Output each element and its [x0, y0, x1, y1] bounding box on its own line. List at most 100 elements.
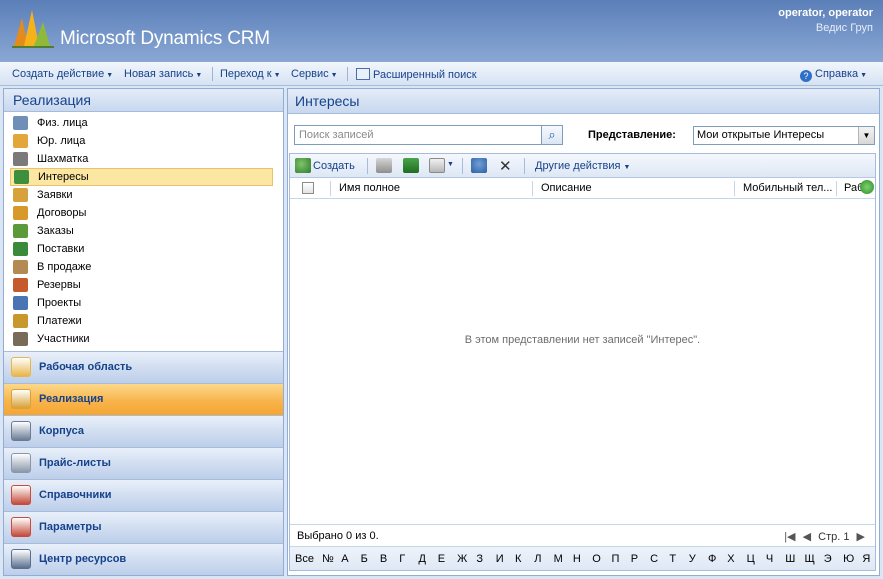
user-name: operator, operator — [778, 7, 873, 19]
wunderbar-label: Справочники — [39, 489, 112, 501]
alphabet-letter[interactable]: З — [476, 553, 483, 565]
wunderbar-label: Рабочая область — [39, 361, 133, 373]
nav-item-icon — [13, 296, 28, 310]
nav-item[interactable]: Физ. лица — [10, 114, 273, 132]
nav-item[interactable]: Юр. лица — [10, 132, 273, 150]
select-all-checkbox[interactable] — [302, 182, 314, 194]
alphabet-letter[interactable]: Р — [631, 553, 638, 565]
alphabet-letter[interactable]: № — [322, 553, 334, 565]
grid-toolbar: Создать ▼ ✕ Другие действия ▼ — [290, 154, 875, 178]
nav-item-label: Юр. лица — [37, 135, 86, 147]
alphabet-letter[interactable]: Т — [669, 553, 676, 565]
delete-icon[interactable]: ✕ — [499, 157, 512, 175]
alphabet-letter[interactable]: И — [496, 553, 504, 565]
alphabet-letter[interactable]: П — [612, 553, 620, 565]
wunderbar-button[interactable]: Центр ресурсов — [4, 543, 283, 575]
alphabet-letter[interactable]: А — [341, 553, 348, 565]
goto-menu[interactable]: Переход к ▼ — [220, 68, 281, 80]
wunderbar-button[interactable]: Прайс-листы — [4, 447, 283, 479]
nav-item[interactable]: Поставки — [10, 240, 273, 258]
pager: |◀ ◀ Стр. 1 ▶ — [784, 530, 865, 543]
column-divider — [532, 181, 533, 196]
nav-item[interactable]: Резервы — [10, 276, 273, 294]
alphabet-letter[interactable]: Г — [399, 553, 405, 565]
chevron-down-icon[interactable]: ▼ — [447, 161, 454, 168]
refresh-icon[interactable] — [860, 180, 874, 194]
alphabet-letter[interactable]: Б — [361, 553, 368, 565]
column-description[interactable]: Описание — [541, 182, 592, 194]
export-excel-icon[interactable] — [403, 158, 419, 173]
wunderbar-button[interactable]: Параметры — [4, 511, 283, 543]
alphabet-letter[interactable]: В — [380, 553, 387, 565]
other-actions-button[interactable]: Другие действия ▼ — [535, 160, 630, 172]
alphabet-letter[interactable]: С — [650, 553, 658, 565]
nav-item[interactable]: Договоры — [10, 204, 273, 222]
search-button[interactable]: ⌕ — [541, 125, 563, 145]
alphabet-letter[interactable]: Н — [573, 553, 581, 565]
chevron-down-icon[interactable]: ▼ — [858, 127, 874, 144]
alphabet-letter[interactable]: Э — [824, 553, 832, 565]
alphabet-letter[interactable]: Ф — [708, 553, 716, 565]
nav-item-label: Участники — [37, 333, 90, 345]
column-full-name[interactable]: Имя полное — [339, 182, 400, 194]
nav-item[interactable]: Шахматка — [10, 150, 273, 168]
column-divider — [836, 181, 837, 196]
search-row: Поиск записей ⌕ Представление: Мои откры… — [288, 114, 879, 152]
create-action-label: Создать действие — [12, 68, 105, 80]
alphabet-letter[interactable]: Д — [419, 553, 426, 565]
print-icon[interactable] — [376, 158, 392, 173]
nav-item-icon — [13, 242, 28, 256]
alphabet-letter[interactable]: Х — [727, 553, 734, 565]
next-page-icon[interactable]: ▶ — [857, 531, 865, 543]
nav-item[interactable]: Интересы — [10, 168, 273, 186]
nav-item-icon — [13, 314, 28, 328]
nav-item[interactable]: Платежи — [10, 312, 273, 330]
alphabet-letter[interactable]: Все — [295, 553, 314, 565]
alphabet-letter[interactable]: Ж — [457, 553, 467, 565]
wunderbar-button[interactable]: Корпуса — [4, 415, 283, 447]
view-select[interactable]: Мои открытые Интересы ▼ — [693, 126, 875, 145]
wunderbar-button[interactable]: Справочники — [4, 479, 283, 511]
nav-item[interactable]: Заказы — [10, 222, 273, 240]
wunderbar-icon — [11, 549, 31, 569]
alphabet-letter[interactable]: У — [689, 553, 696, 565]
first-page-icon[interactable]: |◀ — [784, 531, 795, 543]
advanced-search-link[interactable]: Расширенный поиск — [356, 68, 477, 81]
nav-item[interactable]: В продаже — [10, 258, 273, 276]
alphabet-letter[interactable]: Ч — [766, 553, 773, 565]
alphabet-filter: Все № А Б В Г Д Е Ж З И К Л М Н О П Р С Т У Ф Х Ц Ч Ш Щ Э Ю Я — [290, 546, 875, 570]
wunderbar-button[interactable]: Реализация — [4, 383, 283, 415]
create-button[interactable]: Создать — [313, 160, 355, 172]
alphabet-letter[interactable]: М — [554, 553, 563, 565]
nav-item[interactable]: Проекты — [10, 294, 273, 312]
previous-page-icon[interactable]: ◀ — [803, 531, 811, 543]
alphabet-letter[interactable]: О — [592, 553, 601, 565]
wunderbar-label: Реализация — [39, 393, 104, 405]
nav-item-icon — [13, 188, 28, 202]
nav-item-icon — [13, 152, 28, 166]
assign-icon[interactable] — [471, 158, 487, 173]
alphabet-letter[interactable]: Ю — [843, 553, 854, 565]
alphabet-letter[interactable]: Л — [534, 553, 541, 565]
alphabet-letter[interactable]: Е — [438, 553, 445, 565]
column-mobile-phone[interactable]: Мобильный тел... — [743, 182, 832, 194]
help-menu[interactable]: ? Справка ▼ — [800, 68, 867, 82]
edit-multiple-icon[interactable] — [429, 158, 445, 173]
alphabet-letter[interactable]: Ц — [747, 553, 755, 565]
wunderbar-button[interactable]: Рабочая область — [4, 351, 283, 383]
alphabet-letter[interactable]: Ш — [785, 553, 795, 565]
advanced-search-label: Расширенный поиск — [373, 69, 477, 81]
search-input[interactable]: Поиск записей — [294, 125, 543, 145]
wunderbar-icon — [11, 453, 31, 473]
alphabet-letter[interactable]: Щ — [805, 553, 815, 565]
wunderbar-icon — [11, 421, 31, 441]
nav-item[interactable]: Заявки — [10, 186, 273, 204]
service-menu[interactable]: Сервис ▼ — [291, 68, 338, 80]
alphabet-letter[interactable]: Я — [862, 553, 870, 565]
alphabet-letter[interactable]: К — [515, 553, 521, 565]
other-actions-label: Другие действия — [535, 160, 621, 172]
new-record-menu[interactable]: Новая запись ▼ — [124, 68, 202, 80]
chevron-down-icon: ▼ — [330, 72, 338, 79]
nav-item[interactable]: Участники — [10, 330, 273, 348]
create-action-menu[interactable]: Создать действие ▼ — [12, 68, 113, 80]
